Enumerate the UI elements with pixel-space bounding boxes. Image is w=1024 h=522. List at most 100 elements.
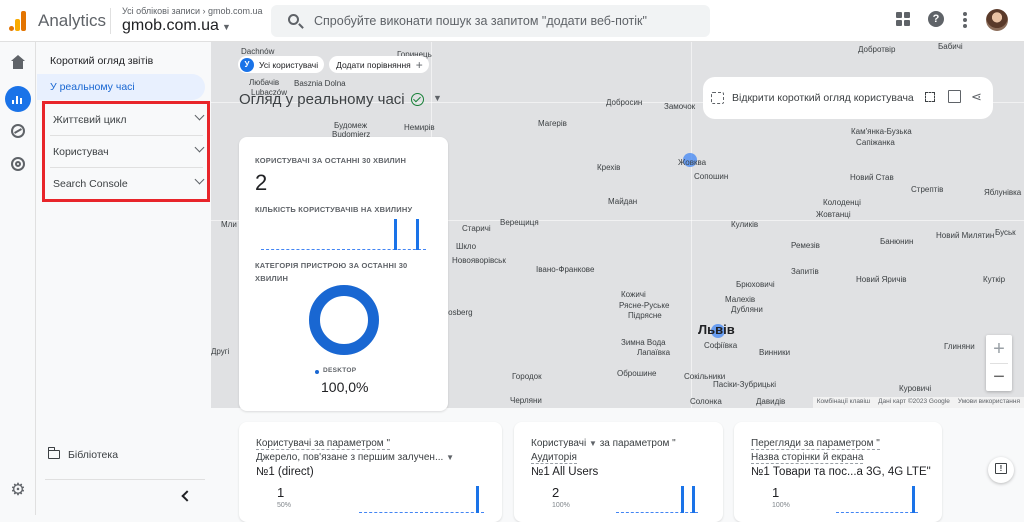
map-place-label: Брюховичі [736, 280, 775, 289]
dimension-selector[interactable]: Назва сторінки й екрана [751, 452, 864, 464]
map-place-label: Рясне-Руське [619, 301, 670, 310]
metric-selector[interactable]: Користувачі за параметром " [256, 438, 391, 450]
segment-badge: У [240, 57, 254, 72]
map-place-label: Майдан [608, 197, 638, 206]
highlighted-nav-group: Життєвий цикл Користувач Search Console [42, 101, 210, 202]
chart-baseline [261, 249, 426, 250]
map-place-label: Куровичі [899, 384, 932, 393]
more-vert-icon[interactable] [963, 12, 967, 28]
caret-down-icon[interactable]: ▼ [433, 93, 442, 103]
breadcrumb[interactable]: Усі облікові записи › gmob.com.ua [122, 6, 263, 16]
reports-nav: Короткий огляд звітів У реальному часі Ж… [37, 42, 211, 515]
gear-icon: ⚙ [10, 479, 26, 499]
dimension-label: Аудиторія [531, 452, 577, 464]
map-terms-link[interactable]: Умови використання [953, 397, 1024, 408]
chart-baseline [359, 512, 484, 513]
nav-realtime-label: У реальному часі [50, 81, 135, 93]
metric-selector[interactable]: Користувачі [531, 438, 586, 449]
top-value: 2 [552, 485, 560, 500]
spark-bar [416, 219, 420, 250]
nav-section-label: Search Console [53, 178, 128, 190]
map-place-label: Кам'янка-Бузька [851, 127, 912, 136]
segment-chip[interactable]: У Усі користувачі [238, 56, 325, 73]
rail-explore[interactable] [5, 118, 31, 144]
property-selector[interactable]: gmob.com.ua ▼ [122, 17, 231, 35]
zoom-out-button[interactable]: − [986, 363, 1012, 391]
map-place-label: Черляни [510, 396, 542, 405]
map-place-label: Сапіжанка [856, 138, 895, 147]
zoom-in-button[interactable]: + [986, 335, 1012, 363]
map-place-label: Другі [211, 347, 230, 356]
map-place-label: Пасіки-Зубрицькі [713, 380, 777, 389]
map-place-label: Старичі [462, 224, 491, 233]
map-shortcuts-link[interactable]: Комбінації клавіш [812, 397, 875, 408]
chart-baseline [836, 512, 918, 513]
nav-rail: ⚙ [0, 42, 36, 515]
chevron-down-icon [194, 142, 205, 153]
card-sparkline [359, 486, 484, 513]
card-title: Користувачі за параметром " [256, 438, 391, 450]
advertising-icon [11, 157, 25, 171]
spark-bar [912, 486, 916, 513]
dimension-selector[interactable]: Аудиторія [531, 452, 577, 464]
rail-settings[interactable]: ⚙ [5, 476, 31, 502]
fullscreen-icon[interactable] [925, 92, 935, 102]
nav-reports-snapshot[interactable]: Короткий огляд звітів [50, 55, 153, 67]
map-place-label: Стрептів [911, 185, 944, 194]
nav-section-search-console[interactable]: Search Console [50, 168, 205, 200]
divider [110, 8, 111, 34]
nav-realtime[interactable]: У реальному часі [37, 74, 205, 100]
caret-down-icon[interactable]: ▼ [589, 439, 597, 448]
dimension-selector[interactable]: Джерело, пов'язане з першим залучен... ▼ [256, 452, 454, 463]
metric-selector[interactable]: Перегляди за параметром " [751, 438, 880, 450]
map-place-label: Солонка [690, 397, 722, 406]
map-place-label: Добросин [606, 98, 643, 107]
open-user-snapshot-button[interactable]: Відкрити короткий огляд користувача [732, 92, 914, 104]
rail-home[interactable] [5, 53, 31, 79]
map-place-label: Сопошин [694, 172, 729, 181]
top-bar: Analytics Усі облікові записи › gmob.com… [0, 0, 1024, 42]
analytics-logo-icon[interactable] [9, 11, 27, 31]
top-percent: 50% [277, 502, 292, 509]
apps-icon[interactable] [896, 12, 910, 26]
realtime-summary-card: КОРИСТУВАЧІ ЗА ОСТАННІ 30 ХВИЛИН 2 КІЛЬК… [239, 137, 448, 411]
map-place-label: Кожичі [621, 290, 646, 299]
users-by-source-card: Користувачі за параметром " Джерело, пов… [239, 422, 502, 522]
top-value: 1 [277, 485, 285, 500]
search-input[interactable]: Спробуйте виконати пошук за запитом "дод… [271, 5, 710, 37]
avatar[interactable] [986, 9, 1008, 31]
device-caption: КАТЕГОРІЯ ПРИСТРОЮ ЗА ОСТАННІ 30 ХВИЛИН [255, 261, 408, 283]
device-donut-chart [309, 285, 379, 355]
map-place-label: Жовтанці [816, 210, 851, 219]
map-place-label: Новояворівськ [452, 256, 506, 265]
nav-section-user[interactable]: Користувач [50, 136, 205, 168]
card-title: Користувачі ▼ за параметром " [531, 438, 676, 449]
nav-section-lifecycle[interactable]: Життєвий цикл [50, 104, 205, 136]
rail-reports[interactable] [5, 86, 31, 112]
feedback-button[interactable] [988, 457, 1014, 483]
insights-icon[interactable] [948, 90, 961, 103]
search-icon [288, 14, 299, 25]
help-icon[interactable]: ? [928, 11, 944, 27]
explore-icon [11, 124, 25, 138]
folder-icon [47, 447, 60, 459]
map-place-label: Давидів [756, 397, 786, 406]
users-value: 2 [255, 170, 268, 195]
nav-section-label: Користувач [53, 146, 109, 158]
user-snapshot-bar: Відкрити короткий огляд користувача ⋖ [703, 77, 993, 119]
rail-advertising[interactable] [5, 151, 31, 177]
check-circle-icon[interactable] [411, 93, 424, 106]
spark-bar [394, 219, 398, 250]
card-title-suffix: за параметром " [599, 438, 676, 449]
card-sparkline [616, 486, 698, 513]
spark-bar [476, 486, 480, 513]
add-comparison-button[interactable]: Додати порівняння + [329, 56, 429, 73]
views-by-page-card: Перегляди за параметром " Назва сторінки… [734, 422, 942, 522]
home-icon [11, 54, 25, 72]
map-place-label: Софіївка [704, 341, 738, 350]
share-icon[interactable]: ⋖ [971, 89, 982, 105]
collapse-nav-button[interactable] [180, 491, 190, 501]
map-place-label: Буськ [995, 228, 1016, 237]
map-place-label: Новий Став [850, 173, 894, 182]
map-place-label: Дубляни [731, 305, 763, 314]
